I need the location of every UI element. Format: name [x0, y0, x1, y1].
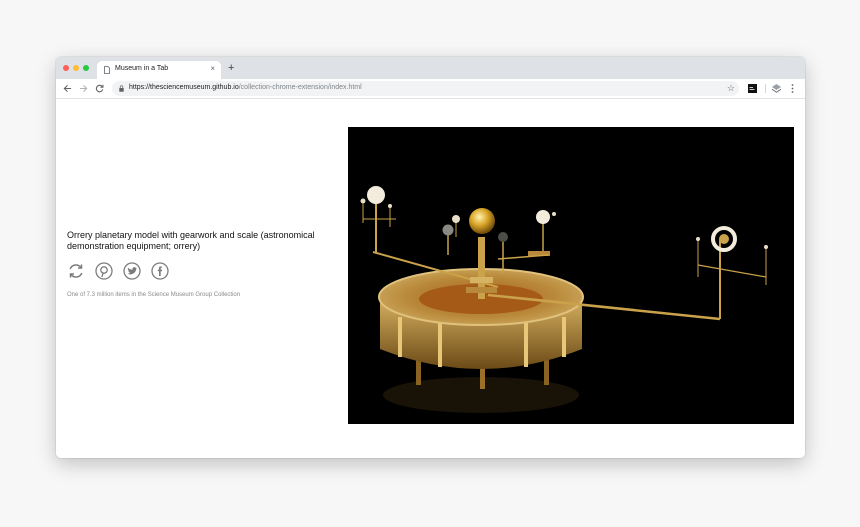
tab-museum-in-a-tab[interactable]: Museum in a Tab × [97, 61, 221, 79]
page-content: Orrery planetary model with gearwork and… [56, 99, 805, 458]
browser-toolbar: https://thesciencemuseum.github.io/colle… [56, 79, 805, 99]
close-window-button[interactable] [63, 65, 69, 71]
url-text: https://thesciencemuseum.github.io/colle… [129, 84, 362, 91]
new-tab-button[interactable]: + [228, 62, 234, 74]
maximize-window-button[interactable] [83, 65, 89, 71]
pinterest-icon[interactable] [95, 262, 113, 280]
layers-extension-icon[interactable] [771, 83, 782, 94]
lock-icon [119, 85, 124, 92]
facebook-icon[interactable] [151, 262, 169, 280]
tab-close-icon[interactable]: × [210, 64, 215, 74]
tab-bar: Museum in a Tab × + [56, 57, 805, 79]
museum-extension-icon[interactable] [748, 84, 757, 93]
refresh-icon[interactable] [67, 262, 85, 280]
object-title: Orrery planetary model with gearwork and… [67, 230, 315, 251]
back-arrow-icon[interactable] [63, 84, 72, 93]
tab-title: Museum in a Tab [115, 65, 169, 72]
bookmark-star-icon[interactable]: ☆ [727, 83, 735, 93]
orrery-photo [348, 127, 794, 424]
document-icon [104, 66, 110, 74]
address-bar[interactable]: https://thesciencemuseum.github.io/colle… [112, 81, 739, 96]
more-menu-icon[interactable] [791, 84, 794, 93]
forward-arrow-icon[interactable] [79, 84, 88, 93]
twitter-icon[interactable] [123, 262, 141, 280]
url-path: /collection-chrome-extension/index.html [238, 84, 362, 91]
minimize-window-button[interactable] [73, 65, 79, 71]
orrery-illustration [360, 186, 768, 413]
toolbar-divider [765, 84, 766, 93]
reload-icon[interactable] [95, 84, 104, 93]
browser-window: Museum in a Tab × + https://thesciencemu… [56, 57, 805, 458]
url-host: https://thesciencemuseum.github.io [129, 84, 239, 91]
collection-caption: One of 7.3 million items in the Science … [67, 292, 241, 298]
